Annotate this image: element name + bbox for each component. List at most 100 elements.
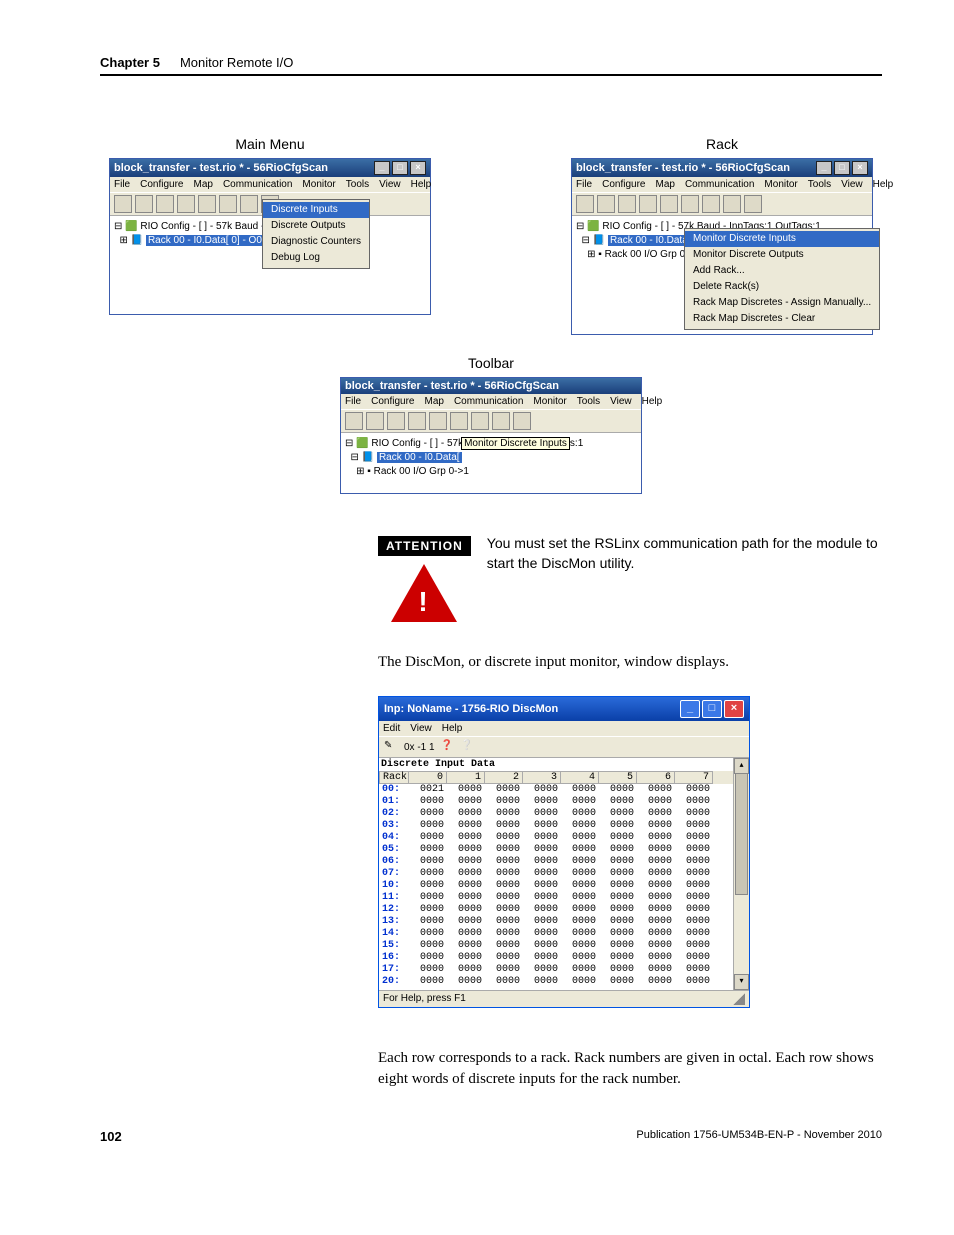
toolbar-icon[interactable]: [513, 412, 531, 430]
toolbar-icon[interactable]: [639, 195, 657, 213]
maximize-button[interactable]: □: [392, 161, 408, 175]
menu-bar[interactable]: File Configure Map Communication Monitor Tool…: [341, 394, 641, 409]
toolbar[interactable]: [341, 409, 641, 433]
menu-item-monitor[interactable]: Monitor: [533, 396, 566, 407]
menu-item-communication[interactable]: Communication: [685, 179, 754, 190]
toolbar-icon[interactable]: [471, 412, 489, 430]
toolbar-icon[interactable]: [492, 412, 510, 430]
toolbar-icon[interactable]: [156, 195, 174, 213]
toolbar-icon[interactable]: [660, 195, 678, 213]
menu-item-tools[interactable]: Tools: [577, 396, 600, 407]
close-button[interactable]: ×: [724, 700, 744, 718]
menu-item-view[interactable]: View: [379, 179, 401, 190]
menu-item-map[interactable]: Map: [424, 396, 443, 407]
menu-item-help[interactable]: Help: [411, 179, 432, 190]
menu-item-help[interactable]: Help: [642, 396, 663, 407]
toolbar-icon[interactable]: [744, 195, 762, 213]
column-header[interactable]: 1: [447, 771, 485, 784]
toolbar-icon[interactable]: [114, 195, 132, 213]
column-header[interactable]: 7: [675, 771, 713, 784]
toolbar-icon[interactable]: [366, 412, 384, 430]
toolbar-icon[interactable]: [135, 195, 153, 213]
menu-option[interactable]: Delete Rack(s): [685, 279, 879, 295]
scroll-thumb[interactable]: [735, 773, 748, 895]
toolbar-icon[interactable]: [345, 412, 363, 430]
toolbar-icon[interactable]: [576, 195, 594, 213]
scroll-up-button[interactable]: ▴: [734, 758, 749, 774]
minimize-button[interactable]: _: [374, 161, 390, 175]
menu-item-monitor[interactable]: Monitor: [764, 179, 797, 190]
toolbar[interactable]: ✎ 0x -1 1 ❓ ❔: [379, 736, 749, 758]
menu-item-configure[interactable]: Configure: [140, 179, 183, 190]
minimize-button[interactable]: _: [816, 161, 832, 175]
menu-item-edit[interactable]: Edit: [383, 723, 400, 734]
toolbar-icon[interactable]: [408, 412, 426, 430]
menu-item-tools[interactable]: Tools: [808, 179, 831, 190]
tree-root[interactable]: RIO Config - [ ] - 57k: [371, 438, 463, 449]
menu-item-communication[interactable]: Communication: [454, 396, 523, 407]
menu-item-communication[interactable]: Communication: [223, 179, 292, 190]
context-menu[interactable]: Discrete InputsDiscrete OutputsDiagnosti…: [262, 199, 370, 269]
close-button[interactable]: ×: [410, 161, 426, 175]
column-header[interactable]: Rack: [379, 771, 409, 784]
column-header[interactable]: 2: [485, 771, 523, 784]
toolbar-icon[interactable]: [597, 195, 615, 213]
resize-grip-icon[interactable]: [733, 993, 745, 1005]
context-menu[interactable]: Monitor Discrete InputsMonitor Discrete …: [684, 228, 880, 330]
scroll-down-button[interactable]: ▾: [734, 974, 749, 990]
tree-child-node[interactable]: Rack 00 I/O Grp 0->1: [374, 466, 469, 477]
menu-bar[interactable]: File Configure Map Communication Monitor Tool…: [110, 177, 430, 192]
menu-item-configure[interactable]: Configure: [371, 396, 414, 407]
menu-option[interactable]: Monitor Discrete Inputs: [685, 231, 879, 247]
toolbar-icon[interactable]: [450, 412, 468, 430]
menu-item-map[interactable]: Map: [655, 179, 674, 190]
menu-item-file[interactable]: File: [345, 396, 361, 407]
column-header[interactable]: 6: [637, 771, 675, 784]
column-header[interactable]: 0: [409, 771, 447, 784]
toolbar-icon[interactable]: [681, 195, 699, 213]
menu-item-view[interactable]: View: [841, 179, 863, 190]
column-header[interactable]: 4: [561, 771, 599, 784]
menu-item-file[interactable]: File: [114, 179, 130, 190]
menu-option[interactable]: Rack Map Discretes - Clear: [685, 311, 879, 327]
menu-option[interactable]: Monitor Discrete Outputs: [685, 247, 879, 263]
maximize-button[interactable]: □: [834, 161, 850, 175]
toolbar-icon[interactable]: [429, 412, 447, 430]
menu-item-configure[interactable]: Configure: [602, 179, 645, 190]
menu-item-file[interactable]: File: [576, 179, 592, 190]
about-icon[interactable]: ❔: [461, 740, 475, 754]
menu-item-tools[interactable]: Tools: [346, 179, 369, 190]
toolbar-icon[interactable]: [219, 195, 237, 213]
menu-bar[interactable]: File Configure Map Communication Monitor Tool…: [572, 177, 872, 192]
toolbar-icon[interactable]: [723, 195, 741, 213]
vertical-scrollbar[interactable]: ▴ ▾: [733, 758, 749, 990]
column-header[interactable]: 5: [599, 771, 637, 784]
tree-view[interactable]: ⊟ 🟩 RIO Config - [ ] - 57k Baud - InpTag…: [572, 216, 872, 334]
menu-option[interactable]: Debug Log: [263, 250, 369, 266]
menu-item-monitor[interactable]: Monitor: [302, 179, 335, 190]
close-button[interactable]: ×: [852, 161, 868, 175]
toolbar-icon[interactable]: [198, 195, 216, 213]
toolbar[interactable]: [572, 192, 872, 216]
menu-option[interactable]: Add Rack...: [685, 263, 879, 279]
toolbar-icon[interactable]: [702, 195, 720, 213]
menu-bar[interactable]: EditViewHelp: [379, 721, 749, 736]
menu-item-help[interactable]: Help: [873, 179, 894, 190]
toolbar-icon[interactable]: [618, 195, 636, 213]
tree-view[interactable]: ⊟ 🟩 RIO Config - [ ] - 57kMonitor Discre…: [341, 433, 641, 493]
toolbar-icon[interactable]: [177, 195, 195, 213]
tree-child-node[interactable]: Rack 00 I/O Grp 0-: [605, 249, 689, 260]
menu-item-help[interactable]: Help: [442, 723, 463, 734]
menu-option[interactable]: Diagnostic Counters: [263, 234, 369, 250]
menu-item-map[interactable]: Map: [193, 179, 212, 190]
menu-item-view[interactable]: View: [610, 396, 632, 407]
maximize-button[interactable]: □: [702, 700, 722, 718]
toolbar-icon[interactable]: [240, 195, 258, 213]
menu-option[interactable]: Discrete Inputs: [263, 202, 369, 218]
minimize-button[interactable]: _: [680, 700, 700, 718]
tree-view[interactable]: ⊟ 🟩 RIO Config - [ ] - 57k Baud - InpT. …: [110, 216, 430, 314]
column-header[interactable]: 3: [523, 771, 561, 784]
tree-selected-node[interactable]: Rack 00 - I0.Data[ 0] - O0.D: [146, 235, 274, 246]
menu-option[interactable]: Rack Map Discretes - Assign Manually...: [685, 295, 879, 311]
toolbar-icon[interactable]: [387, 412, 405, 430]
